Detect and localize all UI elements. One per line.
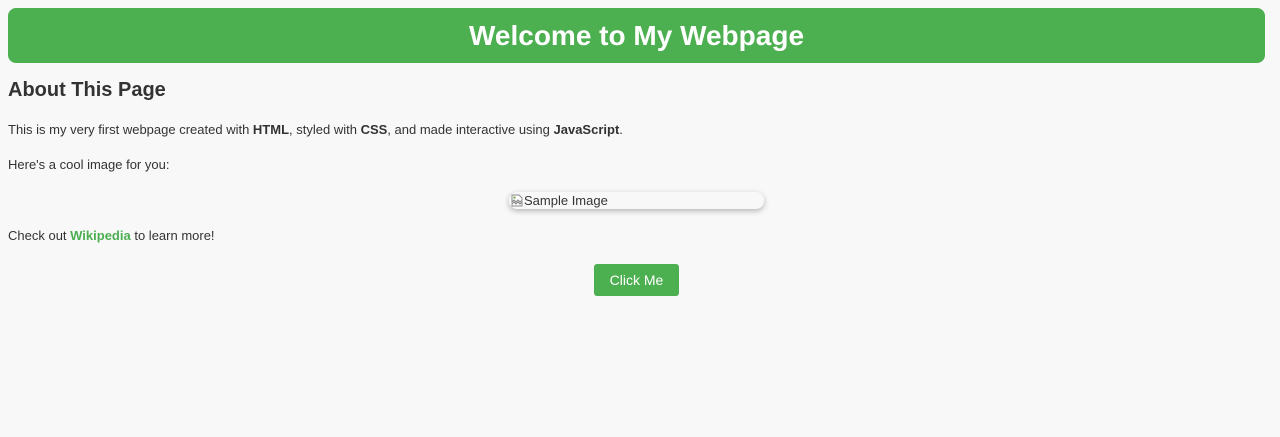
intro-text-3: , and made interactive using [387, 122, 554, 137]
intro-text-2: , styled with [289, 122, 361, 137]
image-alt-text: Sample Image [524, 193, 608, 208]
intro-text-1: This is my very first webpage created wi… [8, 122, 253, 137]
checkout-text-after: to learn more! [130, 228, 215, 243]
wikipedia-link[interactable]: Wikipedia [70, 228, 131, 243]
html-keyword: HTML [252, 122, 290, 137]
intro-paragraph: This is my very first webpage created wi… [8, 122, 623, 138]
css-keyword: CSS [360, 122, 388, 137]
image-intro-text: Here's a cool image for you: [8, 157, 170, 172]
javascript-keyword: JavaScript [553, 122, 620, 137]
checkout-text-before: Check out [8, 228, 71, 243]
broken-image-icon [511, 194, 523, 207]
page-header: Welcome to My Webpage [8, 8, 1265, 63]
intro-text-4: . [619, 122, 623, 137]
click-me-button[interactable]: Click Me [594, 264, 679, 296]
section-heading: About This Page [8, 79, 166, 101]
checkout-paragraph: Check out Wikipedia to learn more! [8, 228, 215, 244]
sample-image: Sample Image [509, 192, 764, 209]
page-title: Welcome to My Webpage [468, 19, 805, 51]
